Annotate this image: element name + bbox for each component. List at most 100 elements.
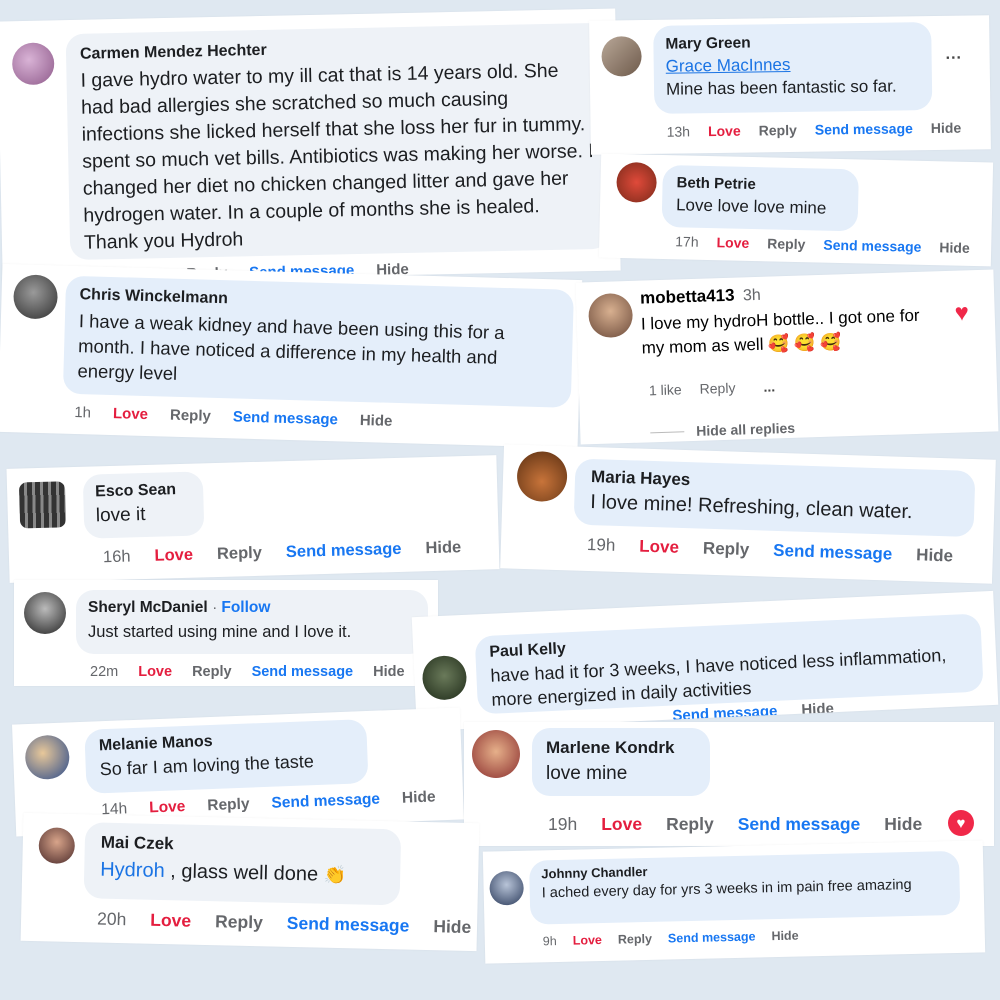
send-message-button[interactable]: Send message [668,930,756,946]
love-button[interactable]: Love [149,798,186,817]
timestamp[interactable]: 19h [587,535,616,556]
hide-button[interactable]: Hide [771,929,798,944]
commenter-name[interactable]: mobetta413 [640,286,735,308]
heart-reaction-icon[interactable]: ♥ [948,299,975,327]
send-message-button[interactable]: Send message [823,237,921,255]
comment-bubble: Chris Winckelmann I have a weak kidney a… [62,275,574,408]
commenter-name[interactable]: Esco Sean [95,481,191,502]
send-message-button[interactable]: Send message [773,541,893,565]
love-button[interactable]: Love [601,814,642,835]
love-button[interactable]: Love [716,234,749,251]
comment-actions: 20h Love Reply Send message Hide [97,909,472,938]
comment-card-carmen: Carmen Mendez Hechter I gave hydro water… [0,8,621,284]
reply-button[interactable]: Reply [170,407,211,425]
heart-reaction-icon[interactable]: ♥ [948,810,974,836]
like-count[interactable]: 1 like [649,381,682,398]
avatar[interactable] [489,870,525,906]
mentioned-page-link[interactable]: Hydroh [100,859,165,882]
reply-button[interactable]: Reply [207,796,250,816]
love-button[interactable]: Love [113,405,148,423]
avatar[interactable] [472,730,520,778]
commenter-name[interactable]: Marlene Kondrk [546,738,696,758]
avatar[interactable] [24,734,71,781]
comment-actions: 16h Love Reply Send message Hide [103,538,462,567]
timestamp[interactable]: 16h [103,547,131,567]
love-button[interactable]: Love [138,664,172,680]
comment-card-mai: Mai Czek Hydroh , glass well done 👏 20h … [20,812,480,952]
hide-button[interactable]: Hide [425,538,461,558]
comment-bubble: Johnny Chandler I ached every day for yr… [529,850,961,925]
comment-text: love it [95,504,146,527]
love-button[interactable]: Love [150,910,191,932]
more-options-icon[interactable]: ... [945,46,962,64]
avatar[interactable] [12,274,59,320]
love-button[interactable]: Love [639,537,679,558]
reply-button[interactable]: Reply [618,932,652,947]
send-message-button[interactable]: Send message [815,120,913,137]
love-button[interactable]: Love [573,933,602,948]
reply-button[interactable]: Reply [217,544,262,564]
hide-button[interactable]: Hide [884,814,922,835]
send-message-button[interactable]: Send message [252,664,354,680]
love-button[interactable]: Love [154,546,193,566]
avatar[interactable] [11,42,55,86]
commenter-name[interactable]: Mai Czek [101,833,385,859]
timestamp[interactable]: 13h [667,123,691,139]
avatar[interactable] [616,161,658,203]
comment-actions: 14h Love Reply Send message Hide [101,788,436,819]
comment-body: mobetta413 3h I love my hydroH bottle.. … [640,279,942,360]
comment-age: 3h [742,286,762,305]
timestamp[interactable]: 20h [97,909,127,931]
hide-button[interactable]: Hide [931,120,962,136]
timestamp[interactable]: 22m [90,664,118,680]
avatar[interactable] [18,481,67,529]
hide-all-replies-link[interactable]: Hide all replies [696,420,795,439]
love-button[interactable]: Love [708,123,741,139]
send-message-button[interactable]: Send message [738,814,861,835]
hide-button[interactable]: Hide [433,916,471,938]
hide-button[interactable]: Hide [916,545,953,566]
reply-button[interactable]: Reply [699,380,735,397]
comment-card-paul: Paul Kelly have had it for 3 weeks, I ha… [411,590,999,732]
hide-button[interactable]: Hide [360,412,393,430]
avatar[interactable] [516,450,568,503]
reply-button[interactable]: Reply [666,814,714,835]
comment-bubble: Melanie Manos So far I am loving the tas… [84,719,369,794]
hide-replies-row[interactable]: Hide all replies [650,420,795,441]
hide-button[interactable]: Hide [402,788,436,807]
more-options-icon[interactable]: ... [763,378,775,394]
send-message-button[interactable]: Send message [287,913,410,937]
comment-card-mary: Mary Green Grace MacInnes Mine has been … [589,15,991,155]
reply-button[interactable]: Reply [759,122,797,139]
commenter-name[interactable]: Sheryl McDaniel [88,599,208,616]
comment-card-maria: Maria Hayes I love mine! Refreshing, cle… [500,444,996,584]
comment-text: Mine has been fantastic so far. [665,76,897,99]
comment-text: So far I am loving the taste [99,751,315,780]
send-message-button[interactable]: Send message [233,408,338,428]
timestamp[interactable]: 19h [548,814,577,835]
reply-button[interactable]: Reply [215,911,263,933]
send-message-button[interactable]: Send message [286,540,402,562]
avatar[interactable] [587,292,634,339]
timestamp[interactable]: 17h [675,233,699,250]
comment-actions: 19h Love Reply Send message Hide [548,814,922,835]
hugging-face-emojis: 🥰 🥰 🥰 [767,332,842,354]
hide-button[interactable]: Hide [373,664,404,680]
avatar[interactable] [38,827,76,865]
commenter-name[interactable]: Beth Petrie [676,174,844,195]
hide-button[interactable]: Hide [939,239,970,256]
reply-button[interactable]: Reply [192,664,232,680]
clapping-hands-emoji: 👏 [323,864,347,886]
timestamp[interactable]: 1h [74,404,91,421]
commenter-name[interactable]: Mary Green [665,32,919,54]
reply-button[interactable]: Reply [767,235,805,252]
timestamp[interactable]: 9h [543,934,557,948]
reply-button[interactable]: Reply [703,539,750,560]
tagged-user-link[interactable]: Grace MacInnes [666,53,920,77]
avatar[interactable] [24,592,66,634]
avatar[interactable] [421,654,468,701]
avatar[interactable] [601,36,642,77]
send-message-button[interactable]: Send message [271,791,380,813]
hide-button[interactable]: Hide [801,700,834,718]
follow-button[interactable]: Follow [221,599,270,616]
